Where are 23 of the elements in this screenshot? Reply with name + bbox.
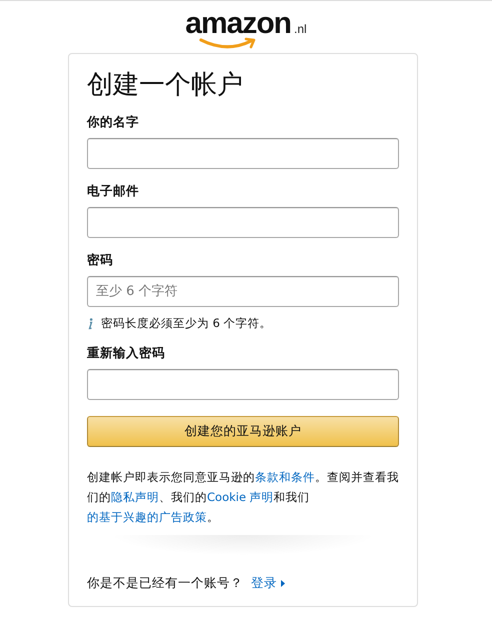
input-field[interactable] [87, 369, 399, 400]
legal-link[interactable]: 隐私声明 [111, 490, 159, 504]
input-field[interactable] [87, 138, 399, 169]
info-icon [87, 318, 93, 330]
sign-in-link[interactable]: 登录 [251, 575, 285, 592]
field-label: 电子邮件 [87, 183, 140, 200]
create-account-button[interactable]: 创建您的亚马逊账户 [87, 416, 399, 447]
field-label: 你的名字 [87, 114, 140, 131]
caret-icon [281, 580, 285, 587]
logo-wordmark: amazon [185, 9, 291, 39]
hint-text: 密码长度必须至少为 6 个字符。 [101, 316, 272, 331]
legal-link[interactable]: 条款和条件 [255, 470, 315, 484]
legal-text: 创建帐户即表示您同意亚马逊的条款和条件。查阅并查看我们的隐私声明、我们的Cookie 声明和我们 的基于兴趣的广告政策。 [87, 469, 399, 526]
logo-domain: .nl [294, 22, 307, 36]
field-label: 重新输入密码 [87, 345, 166, 362]
existing-account-text: 你是不是已经有一个账号？ [87, 575, 243, 592]
input-field[interactable] [87, 207, 399, 238]
legal-link[interactable]: Cookie 声明 [207, 490, 274, 504]
page-title: 创建一个帐户 [87, 69, 244, 102]
smile-arrow-icon [199, 37, 258, 51]
legal-link[interactable]: 的基于兴趣的广告政策 [87, 510, 207, 524]
field-label: 密码 [87, 252, 114, 269]
input-field[interactable]: 至少 6 个字符 [87, 276, 399, 307]
